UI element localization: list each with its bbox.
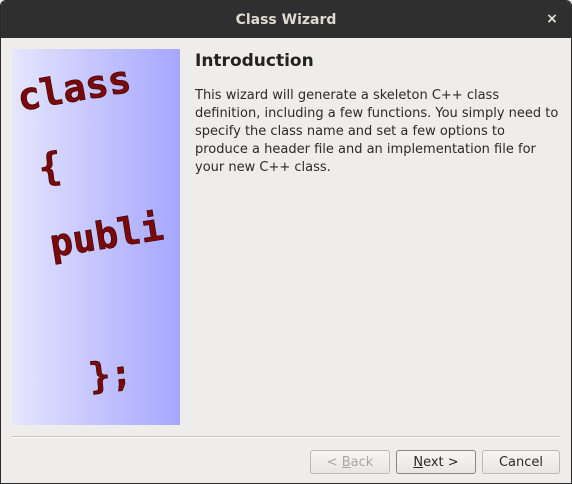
next-button-mnemonic: N — [413, 454, 424, 470]
page-title: Introduction — [195, 51, 314, 71]
back-button-label: ack — [350, 454, 374, 470]
back-button[interactable]: < Back — [310, 450, 390, 474]
back-button-prefix: < — [326, 454, 342, 470]
title-bar[interactable]: Class Wizard × — [1, 1, 571, 38]
intro-text: This wizard will generate a skeleton C++… — [195, 88, 559, 175]
close-icon[interactable]: × — [543, 10, 561, 28]
side-image-line-end: }; — [87, 353, 134, 398]
side-image-line-brace: { — [36, 144, 63, 190]
cancel-button[interactable]: Cancel — [482, 450, 560, 474]
next-button-label: ext > — [423, 454, 459, 470]
side-image-line-class: class — [14, 57, 134, 120]
button-separator — [12, 436, 560, 438]
window-title: Class Wizard — [235, 11, 337, 28]
class-wizard-dialog: Class Wizard × class { publi }; Introduc… — [0, 0, 572, 484]
next-button[interactable]: Next > — [396, 450, 476, 474]
side-image-line-publi: publi — [47, 205, 167, 266]
class-code-illustration: class { publi }; — [12, 49, 180, 425]
back-button-mnemonic: B — [341, 454, 351, 470]
